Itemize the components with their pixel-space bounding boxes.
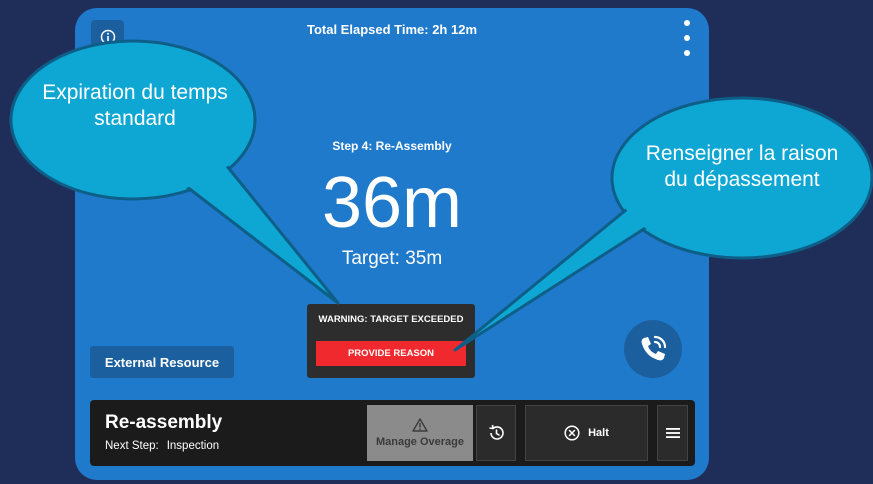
callout-bubbles: [9, 39, 873, 352]
callout-right-text: Renseigner la raison du dépassement: [645, 142, 839, 191]
callout-right-bubble: [453, 96, 873, 352]
callout-left-text: Expiration du temps standard: [42, 81, 228, 130]
